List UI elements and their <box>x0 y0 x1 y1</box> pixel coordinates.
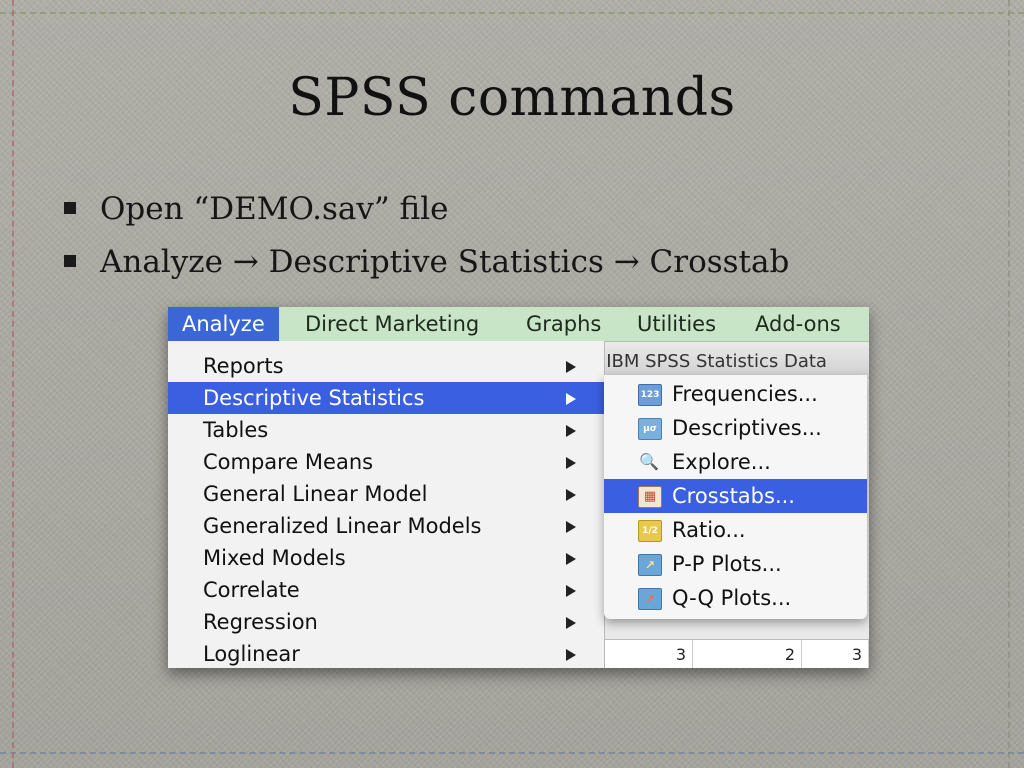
submenu-item-ratio[interactable]: 1/2 Ratio... <box>604 513 867 547</box>
menu-item-label: General Linear Model <box>203 482 428 506</box>
menu-item-regression[interactable]: Regression <box>168 606 604 638</box>
submenu-arrow-icon <box>566 553 576 565</box>
submenu-item-label: Explore... <box>672 450 771 474</box>
slide-title: SPSS commands <box>288 68 736 128</box>
stitch-border-bottom <box>0 752 1024 754</box>
submenu-item-qq-plots[interactable]: ↗ Q-Q Plots... <box>604 581 867 615</box>
stitch-border-top <box>0 12 1024 14</box>
bullet-item: Analyze → Descriptive Statistics → Cross… <box>62 241 789 294</box>
menu-item-label: Reports <box>203 354 284 378</box>
submenu-arrow-icon <box>566 649 576 661</box>
menu-item-mixed-models[interactable]: Mixed Models <box>168 542 604 574</box>
grid-cell[interactable]: 3 <box>604 640 693 668</box>
submenu-item-pp-plots[interactable]: ↗ P-P Plots... <box>604 547 867 581</box>
bullet-text: Open “DEMO.sav” file <box>100 191 449 227</box>
data-grid: 3 2 3 <box>604 639 869 668</box>
explore-icon: 🔍 <box>639 452 659 471</box>
menu-direct-marketing[interactable]: Direct Marketing <box>291 307 493 341</box>
submenu-item-label: Crosstabs... <box>672 484 795 508</box>
menu-graphs[interactable]: Graphs <box>512 307 615 341</box>
data-editor-title: - IBM SPSS Statistics Data <box>588 345 869 379</box>
menu-item-label: Loglinear <box>203 642 300 666</box>
submenu-item-label: Ratio... <box>672 518 746 542</box>
descriptive-statistics-submenu: 123 Frequencies... μσ Descriptives... 🔍 Exp… <box>604 375 867 619</box>
menu-analyze[interactable]: Analyze <box>168 307 279 341</box>
menu-item-label: Compare Means <box>203 450 374 474</box>
submenu-arrow-icon <box>566 585 576 597</box>
menu-item-label: Mixed Models <box>203 546 346 570</box>
menu-item-correlate[interactable]: Correlate <box>168 574 604 606</box>
bullet-square-icon <box>64 255 76 267</box>
ratio-icon: 1/2 <box>638 520 662 542</box>
menu-item-general-linear-model[interactable]: General Linear Model <box>168 478 604 510</box>
submenu-arrow-icon <box>566 489 576 501</box>
submenu-arrow-icon <box>566 521 576 533</box>
menu-add-ons[interactable]: Add-ons <box>741 307 855 341</box>
submenu-arrow-icon <box>566 393 576 405</box>
menu-item-reports[interactable]: Reports <box>168 350 604 382</box>
descriptives-icon: μσ <box>638 418 662 440</box>
submenu-arrow-icon <box>566 457 576 469</box>
submenu-item-label: Descriptives... <box>672 416 822 440</box>
submenu-item-label: Frequencies... <box>672 382 818 406</box>
bullet-item: Open “DEMO.sav” file <box>62 188 789 241</box>
frequencies-icon: 123 <box>638 384 662 406</box>
spss-menu-screenshot: - IBM SPSS Statistics Data 3 2 3 Analyze… <box>168 307 869 668</box>
grid-cell[interactable]: 3 <box>802 640 869 668</box>
crosstabs-icon: ▦ <box>638 486 662 508</box>
menu-item-label: Correlate <box>203 578 300 602</box>
submenu-item-label: P-P Plots... <box>672 552 782 576</box>
menu-item-tables[interactable]: Tables <box>168 414 604 446</box>
menu-bar: Analyze Direct Marketing Graphs Utilitie… <box>168 307 869 342</box>
submenu-item-explore[interactable]: 🔍 Explore... <box>604 445 867 479</box>
bullet-list: Open “DEMO.sav” file Analyze → Descripti… <box>62 188 789 294</box>
menu-item-descriptive-statistics[interactable]: Descriptive Statistics <box>168 382 604 414</box>
bullet-square-icon <box>64 202 76 214</box>
menu-item-label: Descriptive Statistics <box>203 386 425 410</box>
qq-plots-icon: ↗ <box>638 588 662 610</box>
analyze-menu: Reports Descriptive Statistics Tables Co… <box>168 341 605 668</box>
menu-item-label: Tables <box>203 418 269 442</box>
bullet-text: Analyze → Descriptive Statistics → Cross… <box>100 244 790 280</box>
grid-cell[interactable]: 2 <box>693 640 802 668</box>
submenu-arrow-icon <box>566 425 576 437</box>
submenu-item-label: Q-Q Plots... <box>672 586 792 610</box>
menu-item-generalized-linear-models[interactable]: Generalized Linear Models <box>168 510 604 542</box>
menu-item-label: Generalized Linear Models <box>203 514 482 538</box>
pp-plots-icon: ↗ <box>638 554 662 576</box>
submenu-arrow-icon <box>566 361 576 373</box>
menu-item-compare-means[interactable]: Compare Means <box>168 446 604 478</box>
submenu-item-crosstabs[interactable]: ▦ Crosstabs... <box>604 479 867 513</box>
menu-item-loglinear[interactable]: Loglinear <box>168 638 604 668</box>
submenu-item-frequencies[interactable]: 123 Frequencies... <box>604 377 867 411</box>
submenu-item-descriptives[interactable]: μσ Descriptives... <box>604 411 867 445</box>
menu-item-label: Regression <box>203 610 318 634</box>
submenu-arrow-icon <box>566 617 576 629</box>
menu-utilities[interactable]: Utilities <box>623 307 730 341</box>
